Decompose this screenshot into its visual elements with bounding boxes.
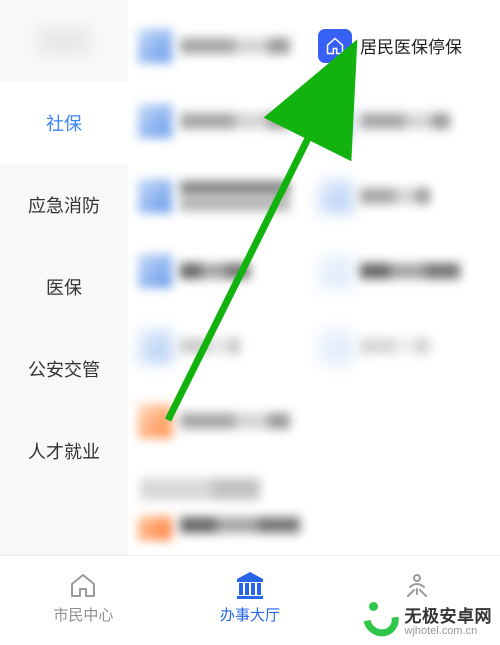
blurred-text	[180, 113, 290, 129]
grid-item[interactable]	[316, 83, 496, 158]
blurred-text	[360, 188, 430, 204]
section-title-blurred	[140, 478, 260, 500]
house-icon	[318, 29, 352, 63]
sidebar-item-label: 应急消防	[28, 192, 100, 218]
grid-item[interactable]	[136, 308, 316, 383]
blurred-text	[360, 263, 460, 279]
grid-item	[316, 383, 496, 458]
gov-building-icon	[233, 570, 267, 600]
sidebar-item-label: 社保	[46, 110, 82, 136]
blurred-text	[180, 517, 300, 533]
home-icon	[66, 570, 100, 600]
blurred-text	[360, 113, 450, 129]
watermark-title: 无极安卓网	[405, 602, 493, 627]
sidebar-item-police-traffic[interactable]: 公安交管	[0, 328, 128, 410]
blurred-text	[180, 263, 250, 279]
grid-item[interactable]	[136, 83, 316, 158]
sidebar-item-0[interactable]: ▒▒▒	[0, 0, 128, 82]
blurred-icon	[318, 104, 352, 138]
grid-item[interactable]	[136, 510, 316, 540]
grid-item[interactable]	[136, 158, 316, 233]
sidebar-item-social-insurance[interactable]: 社保	[0, 82, 128, 164]
grid-item[interactable]	[316, 158, 496, 233]
blurred-text	[180, 413, 290, 429]
blurred-text	[180, 38, 290, 54]
sidebar-item-label: 医保	[46, 274, 82, 300]
blurred-icon	[138, 329, 172, 363]
sidebar-item-emergency-fire[interactable]: 应急消防	[0, 164, 128, 246]
service-grid: 居民医保停保	[136, 8, 496, 458]
grid-item[interactable]	[136, 8, 316, 83]
grid-item-highlight[interactable]: 居民医保停保	[316, 8, 496, 83]
blurred-text	[180, 181, 290, 211]
highlight-label: 居民医保停保	[360, 33, 462, 58]
blurred-icon	[138, 29, 172, 63]
sidebar-item-label: 公安交管	[28, 356, 100, 382]
blurred-icon	[138, 404, 172, 438]
category-sidebar: ▒▒▒ 社保 应急消防 医保 公安交管 人才就业	[0, 0, 128, 555]
tab-label: 办事大厅	[220, 604, 280, 625]
blurred-icon	[318, 179, 352, 213]
sidebar-item-talent-employment[interactable]: 人才就业	[0, 410, 128, 492]
blurred-icon	[138, 254, 172, 288]
service-grid-2	[136, 510, 496, 540]
tab-label: 市民中心	[53, 604, 113, 625]
tab-service-hall[interactable]: 办事大厅	[167, 564, 334, 645]
person-icon	[400, 570, 434, 600]
watermark-logo	[363, 601, 399, 637]
sidebar-item-label: 人才就业	[28, 438, 100, 464]
blurred-icon	[138, 179, 172, 213]
tab-citizen-center[interactable]: 市民中心	[0, 564, 167, 645]
blurred-icon	[318, 254, 352, 288]
blurred-label: ▒▒▒	[38, 27, 89, 55]
blurred-icon	[138, 104, 172, 138]
sidebar-item-medical-insurance[interactable]: 医保	[0, 246, 128, 328]
grid-item[interactable]	[316, 233, 496, 308]
watermark-url: wjhotel.com.cn	[405, 625, 493, 637]
grid-item[interactable]	[316, 308, 496, 383]
service-content: 居民医保停保	[128, 0, 500, 555]
blurred-icon	[318, 329, 352, 363]
watermark: 无极安卓网 wjhotel.com.cn	[363, 601, 493, 637]
blurred-icon	[138, 516, 172, 540]
blurred-text	[360, 338, 430, 354]
blurred-text	[180, 338, 240, 354]
main-layout: ▒▒▒ 社保 应急消防 医保 公安交管 人才就业	[0, 0, 500, 555]
grid-item[interactable]	[136, 383, 316, 458]
grid-item[interactable]	[136, 233, 316, 308]
